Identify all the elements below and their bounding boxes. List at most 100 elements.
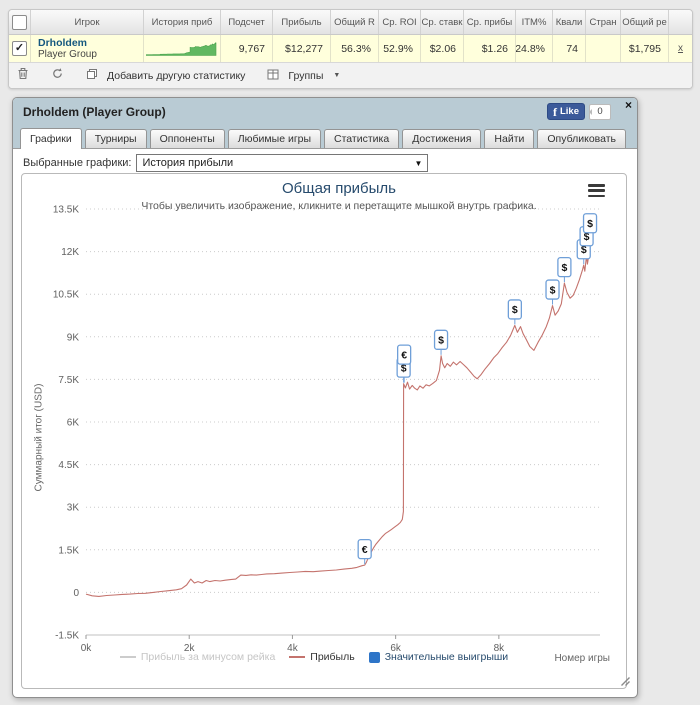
add-statistic-button[interactable]: Добавить другую статистику — [107, 70, 245, 82]
legend-label: Значительные выигрыши — [385, 651, 508, 663]
table-header-cell[interactable]: Квали — [553, 10, 586, 34]
select-caret-icon: ▼ — [415, 159, 423, 168]
tab-Графики[interactable]: Графики — [20, 128, 82, 149]
table-cell: $12,277 — [273, 35, 331, 62]
svg-text:€: € — [362, 544, 368, 556]
table-header-cell[interactable]: Ср. ROI — [379, 10, 421, 34]
resize-grip-icon[interactable] — [620, 674, 631, 692]
header-checkbox[interactable] — [12, 15, 27, 30]
table-header-cell[interactable]: Прибыль — [273, 10, 331, 34]
tab-Достижения[interactable]: Достижения — [402, 129, 481, 148]
table-cell: 52.9% — [379, 35, 421, 62]
table-row[interactable]: ✓DrholdemPlayer Group9,767$12,27756.3%52… — [9, 35, 692, 63]
svg-text:$: $ — [587, 218, 593, 230]
svg-text:3K: 3K — [67, 503, 80, 514]
svg-text:€: € — [401, 349, 407, 361]
table-cell: $1.26 — [464, 35, 516, 62]
table-cell — [586, 35, 621, 62]
sparkline-chart — [146, 41, 218, 57]
tab-Опубликовать[interactable]: Опубликовать — [537, 129, 626, 148]
chart-subtitle: Чтобы увеличить изображение, кликните и … — [52, 200, 626, 212]
player-cell[interactable]: DrholdemPlayer Group — [31, 35, 144, 62]
legend-square-swatch — [369, 652, 380, 663]
table-header-cell[interactable]: Стран — [586, 10, 621, 34]
table-cell: 74 — [553, 35, 586, 62]
tab-Любимые игры[interactable]: Любимые игры — [228, 129, 321, 148]
legend-item[interactable]: Прибыль — [289, 651, 354, 663]
player-group-panel: Drholdem (Player Group) f Like 0 × Графи… — [12, 97, 638, 698]
player-name[interactable]: Drholdem — [38, 37, 87, 49]
y-axis-title: Суммарный итог (USD) — [34, 338, 45, 538]
svg-text:$: $ — [512, 304, 518, 316]
tab-Турниры[interactable]: Турниры — [85, 129, 147, 148]
trash-icon[interactable] — [17, 67, 29, 85]
groups-button[interactable]: Группы — [288, 70, 323, 82]
chart-menu-icon[interactable] — [588, 184, 605, 197]
chart-container[interactable]: 13.5K12K10.5K9K7.5K6K4.5K3K1.5K0-1.5K0k2… — [21, 173, 627, 689]
table-header-cell[interactable]: Общий ре — [621, 10, 669, 34]
table-cell: 9,767 — [221, 35, 273, 62]
row-checkbox[interactable]: ✓ — [12, 41, 27, 56]
facebook-like-button[interactable]: f Like — [547, 103, 585, 120]
profit-chart[interactable]: 13.5K12K10.5K9K7.5K6K4.5K3K1.5K0-1.5K0k2… — [22, 174, 626, 688]
tab-Статистика[interactable]: Статистика — [324, 129, 399, 148]
chevron-down-icon: ▼ — [333, 72, 340, 79]
legend-line-swatch — [289, 656, 305, 658]
like-label: Like — [560, 106, 579, 117]
chart-legend: Прибыль за минусом рейка Прибыль Значитель… — [62, 651, 566, 663]
table-header-cell[interactable]: ITM% — [516, 10, 553, 34]
table-cell: 24.8% — [516, 35, 553, 62]
table-header-cell[interactable]: Общий R — [331, 10, 379, 34]
legend-line-swatch — [120, 656, 136, 658]
svg-text:-1.5K: -1.5K — [55, 631, 79, 642]
panel-header[interactable]: Drholdem (Player Group) f Like 0 × — [13, 98, 637, 125]
profit-history-sparkline — [144, 35, 221, 62]
legend-item[interactable]: Значительные выигрыши — [369, 651, 508, 663]
stats-card: ИгрокИстория прибПодсчетПрибыльОбщий RСр… — [8, 9, 693, 89]
chart-title: Общая прибыль — [52, 180, 626, 197]
close-icon[interactable]: × — [625, 98, 632, 112]
table-header-cell[interactable]: Ср. ставк — [421, 10, 464, 34]
table-header-cell-remove — [669, 10, 692, 34]
table-cell: $2.06 — [421, 35, 464, 62]
chart-select-value: История прибыли — [142, 157, 233, 169]
legend-label: Прибыль — [310, 651, 354, 663]
player-type: Player Group — [38, 49, 97, 61]
chart-selector-row: Выбранные графики: История прибыли ▼ — [23, 154, 428, 172]
tab-Оппоненты[interactable]: Оппоненты — [150, 129, 225, 148]
svg-text:0: 0 — [73, 588, 79, 599]
groups-icon[interactable] — [267, 67, 279, 85]
legend-label: Прибыль за минусом рейка — [141, 651, 275, 663]
table-header-cell[interactable]: Подсчет — [221, 10, 273, 34]
panel-title: Drholdem (Player Group) — [23, 105, 166, 119]
table-cell: $1,795 — [621, 35, 669, 62]
svg-text:4.5K: 4.5K — [58, 460, 79, 471]
svg-text:$: $ — [438, 335, 444, 347]
table-header-cell[interactable]: Игрок — [31, 10, 144, 34]
svg-text:12K: 12K — [61, 247, 79, 258]
stats-table-header: ИгрокИстория прибПодсчетПрибыльОбщий RСр… — [9, 10, 692, 35]
facebook-like: f Like 0 — [547, 103, 611, 120]
chart-selector-label: Выбранные графики: — [23, 157, 131, 169]
table-header-cell[interactable]: Ср. прибы — [464, 10, 516, 34]
svg-text:9K: 9K — [67, 332, 80, 343]
svg-text:1.5K: 1.5K — [58, 545, 79, 556]
tab-Найти[interactable]: Найти — [484, 129, 534, 148]
chart-select-dropdown[interactable]: История прибыли ▼ — [136, 154, 428, 172]
tab-bar: ГрафикиТурнирыОппонентыЛюбимые игрыСтати… — [13, 125, 637, 149]
facebook-icon: f — [553, 106, 557, 118]
row-checkbox-cell[interactable]: ✓ — [9, 35, 31, 62]
remove-row-link[interactable]: x — [678, 43, 683, 54]
legend-item[interactable]: Прибыль за минусом рейка — [120, 651, 275, 663]
refresh-icon[interactable] — [51, 67, 64, 85]
stats-toolbar: Добавить другую статистику Группы ▼ — [9, 63, 692, 88]
select-all-checkbox[interactable] — [9, 10, 31, 34]
svg-text:6K: 6K — [67, 418, 80, 429]
svg-text:$: $ — [550, 284, 556, 296]
add-statistic-icon[interactable] — [86, 67, 98, 85]
svg-text:$: $ — [561, 262, 567, 274]
svg-text:10.5K: 10.5K — [53, 290, 79, 301]
remove-row-cell[interactable]: x — [669, 35, 692, 62]
svg-text:7.5K: 7.5K — [58, 375, 79, 386]
table-header-cell[interactable]: История приб — [144, 10, 221, 34]
